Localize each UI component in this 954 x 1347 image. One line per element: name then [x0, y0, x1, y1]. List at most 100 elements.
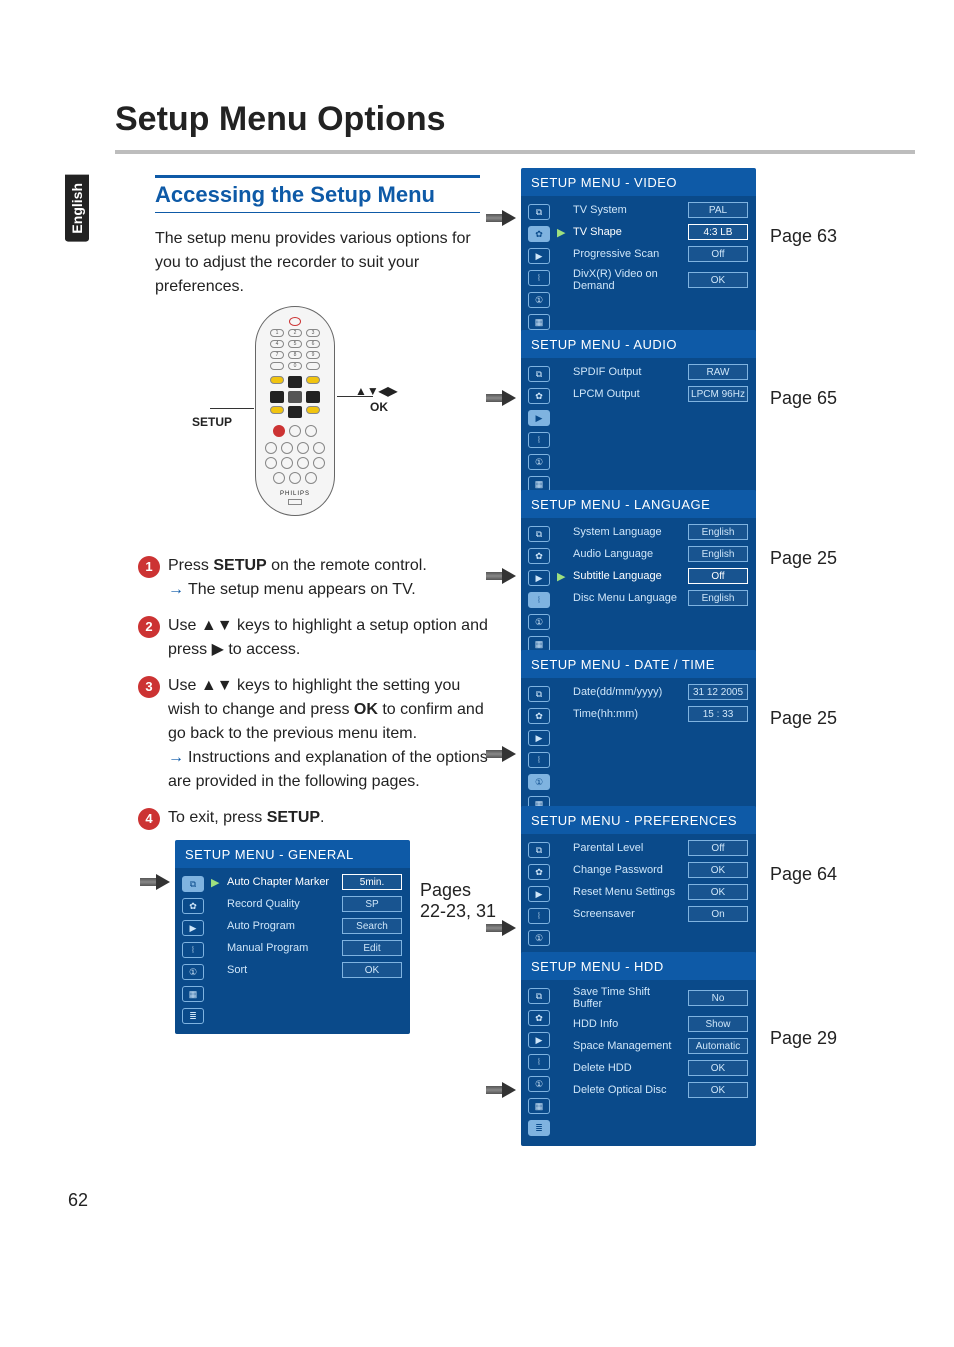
- step2-text: Use ▲▼ keys to highlight a setup option …: [168, 614, 488, 662]
- menu-row-value: 15 : 33: [688, 706, 748, 722]
- menu-row-value: OK: [688, 884, 748, 900]
- menu-tab-icon: ▶: [528, 886, 550, 902]
- menu-tab-icon: ▶: [528, 410, 550, 426]
- page-ref-video: Page 63: [770, 226, 837, 247]
- menu-tab-icon: ▦: [528, 1098, 550, 1114]
- step1-text-b: on the remote control.: [267, 557, 427, 574]
- remote-illustration: 123 456 789 0 PHILIPS SETUP ▲▼◀▶ OK: [210, 306, 380, 526]
- step4-bold: SETUP: [267, 809, 320, 826]
- menu-tab-icon: ≣: [528, 1120, 550, 1136]
- menu-tab-icon: ①: [528, 614, 550, 630]
- menu-row-value: Off: [688, 568, 748, 584]
- step-number-2: 2: [138, 616, 160, 638]
- menu-row-value: Edit: [342, 940, 402, 956]
- menu-row-label: Reset Menu Settings: [573, 886, 682, 898]
- menu-tab-icon: ✿: [528, 1010, 550, 1026]
- pointer-icon: [502, 920, 516, 936]
- menu-row-label: Manual Program: [227, 942, 336, 954]
- page-ref-general: Pages 22-23, 31: [420, 880, 500, 922]
- remote-ok-label: OK: [370, 400, 388, 414]
- menu-title: SETUP MENU - GENERAL: [175, 840, 410, 868]
- menu-title: SETUP MENU - AUDIO: [521, 330, 756, 358]
- menu-row-value: English: [688, 590, 748, 606]
- menu-tab-icon: ⦚: [528, 1054, 550, 1070]
- menu-row: Audio LanguageEnglish: [557, 546, 748, 562]
- menu-tab-icon: ⧉: [528, 204, 550, 220]
- menu-row-label: Space Management: [573, 1040, 682, 1052]
- page-ref-hdd: Page 29: [770, 1028, 837, 1049]
- menu-row: SPDIF OutputRAW: [557, 364, 748, 380]
- menu-row: Date(dd/mm/yyyy) 31 12 2005: [557, 684, 748, 700]
- menu-row-value: OK: [688, 862, 748, 878]
- menu-row: Auto ProgramSearch: [211, 918, 402, 934]
- step1-sub: The setup menu appears on TV.: [188, 581, 416, 598]
- menu-row-label: Time(hh:mm): [573, 708, 682, 720]
- pointer-icon: [502, 1082, 516, 1098]
- page-ref-prefs: Page 64: [770, 864, 837, 885]
- menu-card-general: SETUP MENU - GENERAL⧉✿▶⦚①▦≣▶Auto Chapter…: [175, 840, 410, 1034]
- menu-hdd-group: SETUP MENU - HDD⧉✿▶⦚①▦≣Save Time Shift B…: [521, 952, 756, 1146]
- menu-row-value: 4:3 LB: [688, 224, 748, 240]
- menu-row-label: Record Quality: [227, 898, 336, 910]
- menu-title: SETUP MENU - PREFERENCES: [521, 806, 756, 834]
- menu-row-label: TV System: [573, 204, 682, 216]
- page-ref-audio: Page 65: [770, 388, 837, 409]
- menu-title: SETUP MENU - VIDEO: [521, 168, 756, 196]
- menu-row-label: TV Shape: [573, 226, 682, 238]
- menu-tab-icon: ≣: [182, 1008, 204, 1024]
- menu-tab-icon: ✿: [182, 898, 204, 914]
- menu-row: System LanguageEnglish: [557, 524, 748, 540]
- menu-tab-icon: ⧉: [528, 526, 550, 542]
- step1-bold: SETUP: [213, 557, 266, 574]
- menu-tab-icon: ✿: [528, 548, 550, 564]
- menu-row-label: Progressive Scan: [573, 248, 682, 260]
- menu-row-value: 31 12 2005: [688, 684, 748, 700]
- menu-tab-icon: ⦚: [528, 270, 550, 286]
- step-number-1: 1: [138, 556, 160, 578]
- page-ref-language: Page 25: [770, 548, 837, 569]
- menu-tab-icon: ⦚: [528, 432, 550, 448]
- menu-row-value: No: [688, 990, 748, 1006]
- menu-row-label: Change Password: [573, 864, 682, 876]
- section-heading: Accessing the Setup Menu: [155, 175, 480, 213]
- menu-row-value: LPCM 96Hz: [688, 386, 748, 402]
- menu-tab-icon: ▶: [528, 248, 550, 264]
- step3-boldA: OK: [354, 701, 378, 718]
- menu-row-label: Delete Optical Disc: [573, 1084, 682, 1096]
- menu-row: ScreensaverOn: [557, 906, 748, 922]
- step4-text-b: .: [320, 809, 324, 826]
- pointer-icon: [502, 746, 516, 762]
- menu-tab-icon: ⦚: [182, 942, 204, 958]
- menu-tab-icon: ①: [528, 1076, 550, 1092]
- menu-row-value: SP: [342, 896, 402, 912]
- menu-tab-icon: ▶: [528, 570, 550, 586]
- arrow-icon: →: [168, 581, 184, 598]
- menu-row-value: OK: [688, 272, 748, 288]
- menu-row-label: Screensaver: [573, 908, 682, 920]
- pointer-icon: [502, 210, 516, 226]
- menu-tab-icon: ▶: [528, 1032, 550, 1048]
- step-4: 4 To exit, press SETUP.: [138, 806, 488, 830]
- arrow-icon: →: [168, 749, 184, 766]
- menu-row: Save Time Shift BufferNo: [557, 986, 748, 1010]
- step-number-4: 4: [138, 808, 160, 830]
- menu-row: Delete HDDOK: [557, 1060, 748, 1076]
- menu-row-value: 5min.: [342, 874, 402, 890]
- menu-row-value: Off: [688, 840, 748, 856]
- menu-row: Record Quality SP: [211, 896, 402, 912]
- menu-tab-icon: ⦚: [528, 752, 550, 768]
- remote-arrows-label: ▲▼◀▶: [355, 384, 397, 398]
- menu-tab-icon: ✿: [528, 226, 550, 242]
- menu-title: SETUP MENU - DATE / TIME: [521, 650, 756, 678]
- menu-tab-icon: ✿: [528, 708, 550, 724]
- menu-tab-icon: ⦚: [528, 592, 550, 608]
- steps-list: 1 Press SETUP on the remote control. →Th…: [138, 554, 488, 842]
- menu-row: ▶Auto Chapter Marker5min.: [211, 874, 402, 890]
- menu-tab-icon: ▦: [182, 986, 204, 1002]
- menu-row: Space ManagementAutomatic: [557, 1038, 748, 1054]
- menu-tab-icon: ✿: [528, 864, 550, 880]
- menu-row: ▶Subtitle LanguageOff: [557, 568, 748, 584]
- menu-row: HDD InfoShow: [557, 1016, 748, 1032]
- menu-tab-icon: ①: [528, 292, 550, 308]
- menu-row-label: Date(dd/mm/yyyy): [573, 686, 682, 698]
